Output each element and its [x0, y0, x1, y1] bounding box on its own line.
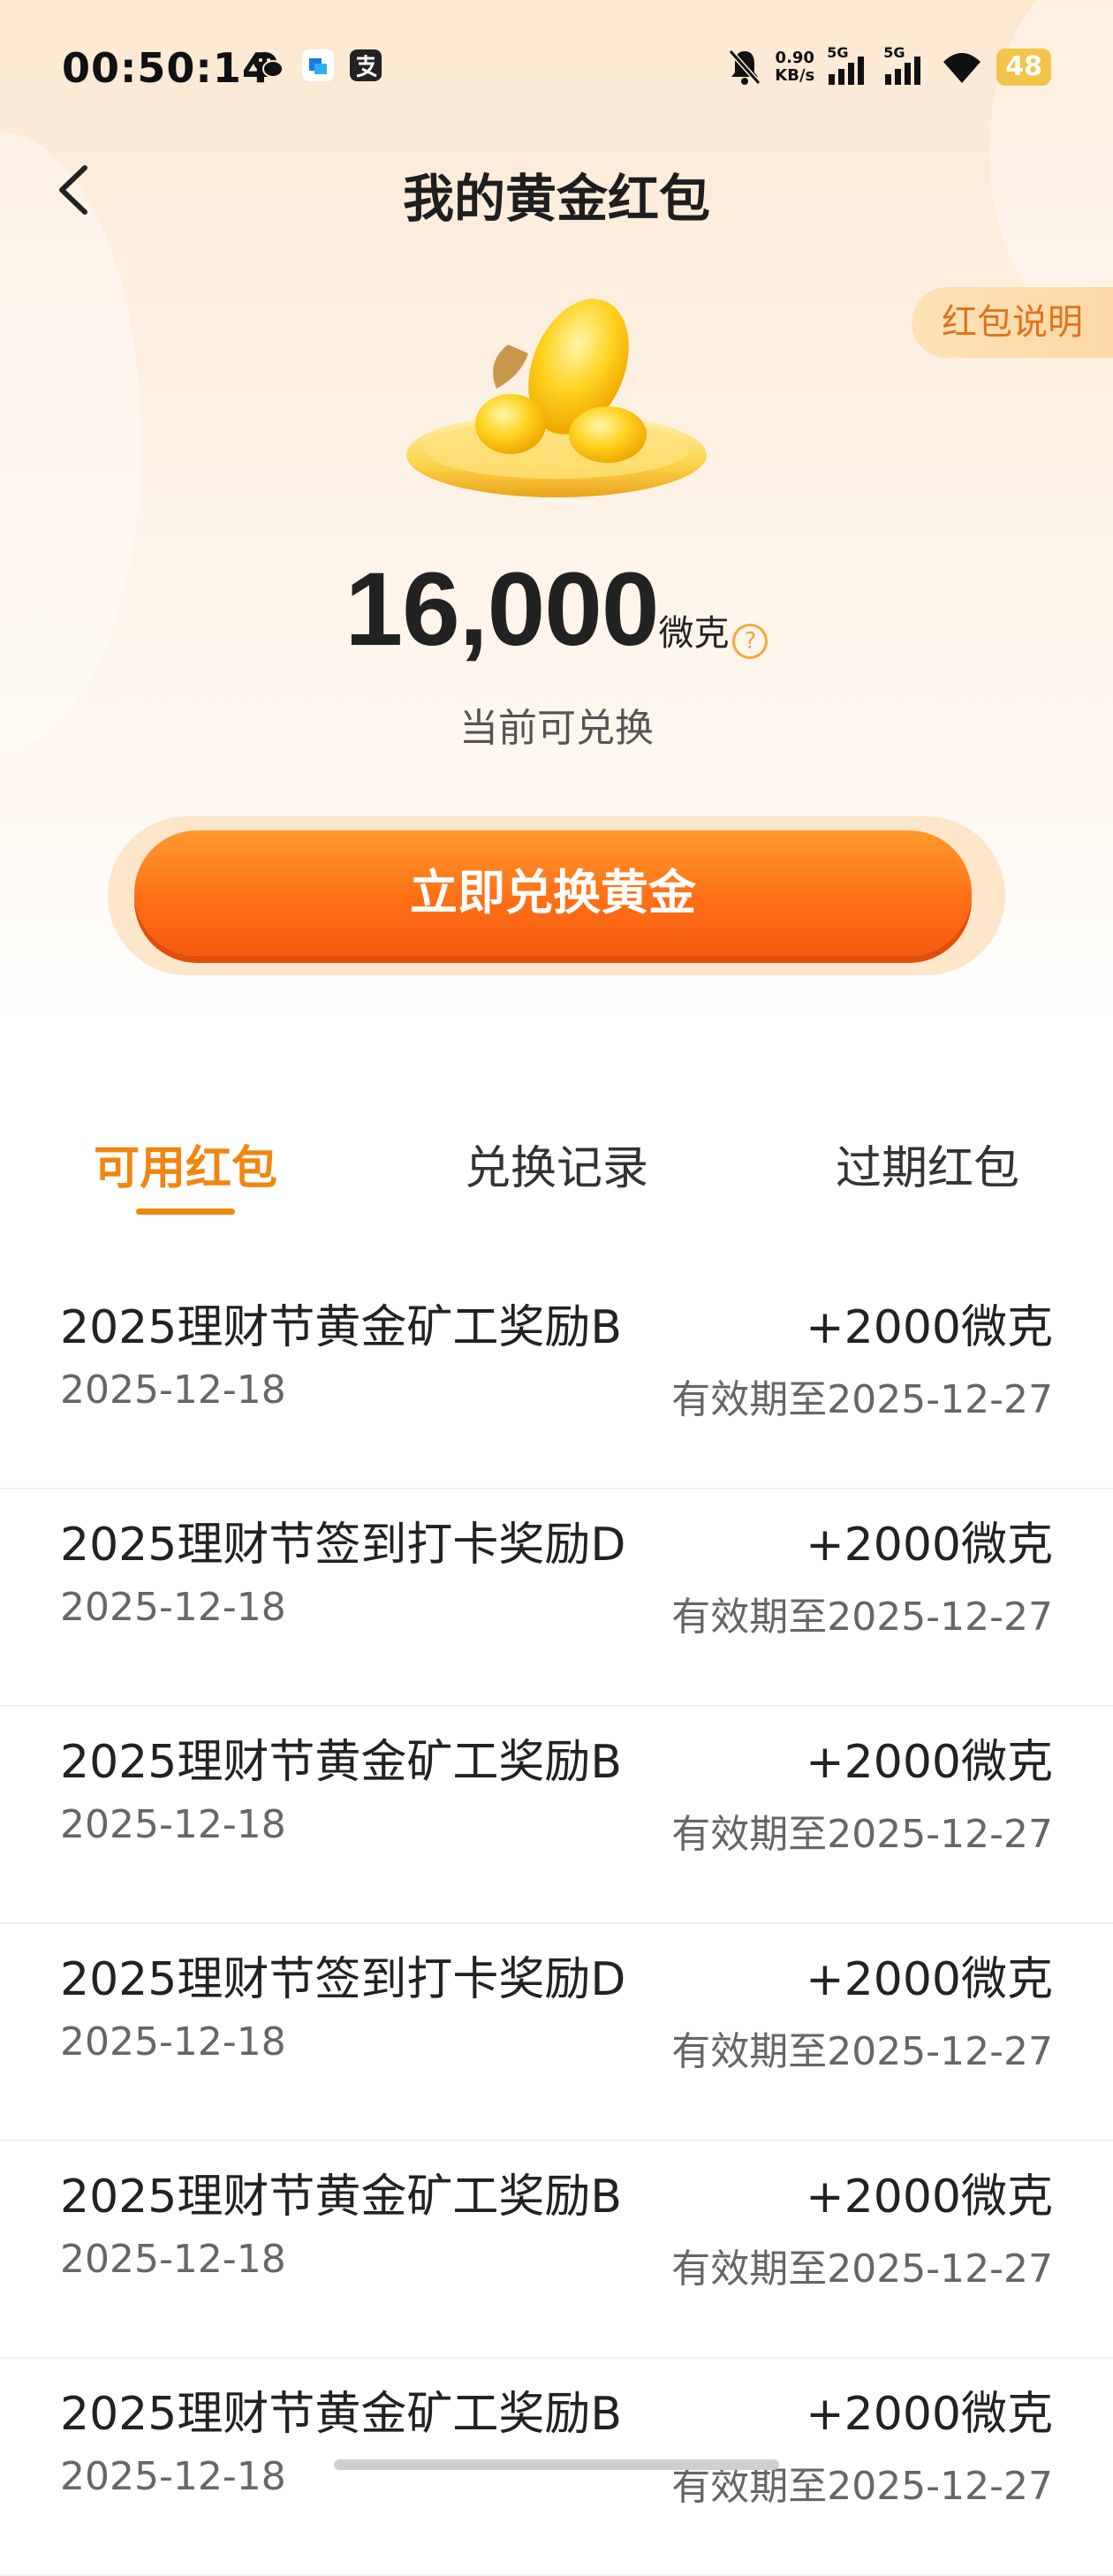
item-amount: +2000微克: [806, 1736, 1053, 1789]
list-item[interactable]: 2025理财节黄金矿工奖励B +2000微克 2025-12-18 有效期至20…: [0, 1272, 1113, 1489]
status-bar: 00:50:14 0.90 KB/s 5G 5G 48: [0, 0, 1113, 133]
item-amount: +2000微克: [806, 2388, 1053, 2441]
signal-label-2: 5G: [883, 44, 905, 61]
redeem-gold-button[interactable]: 立即兑换黄金: [134, 830, 972, 956]
wifi-icon: [943, 53, 981, 83]
wechat-icon: [254, 52, 284, 78]
item-expiry: 有效期至2025-12-27: [671, 1812, 1053, 1857]
tab-redeem-history[interactable]: 兑换记录: [424, 1131, 689, 1197]
app-notification-icon: [302, 49, 334, 81]
signal-strength-1: 5G: [827, 44, 871, 87]
list-item[interactable]: 2025理财节黄金矿工奖励B +2000微克 2025-12-18 有效期至20…: [0, 1707, 1113, 1924]
item-date: 2025-12-18: [60, 2237, 286, 2282]
active-tab-indicator: [136, 1208, 235, 1215]
item-date: 2025-12-18: [60, 2019, 286, 2065]
tab-expired[interactable]: 过期红包: [795, 1131, 1060, 1197]
signal-label-1: 5G: [827, 44, 849, 61]
list-item[interactable]: 2025理财节签到打卡奖励D +2000微克 2025-12-18 有效期至20…: [0, 1924, 1113, 2141]
page-title: 我的黄金红包: [402, 169, 710, 229]
item-amount: +2000微克: [806, 1301, 1053, 1354]
item-title: 2025理财节黄金矿工奖励B: [60, 1736, 623, 1789]
item-date: 2025-12-18: [60, 2454, 286, 2499]
item-date: 2025-12-18: [60, 1368, 286, 1413]
gold-unit: 微克: [658, 613, 730, 654]
mute-bell-icon: [729, 49, 761, 85]
gold-amount: 16,000: [344, 551, 660, 668]
item-amount: +2000微克: [806, 1953, 1053, 2006]
item-title: 2025理财节黄金矿工奖励B: [60, 2171, 623, 2224]
list-item[interactable]: 2025理财节黄金矿工奖励B +2000微克 2025-12-18 有效期至20…: [0, 2141, 1113, 2359]
list-item[interactable]: 2025理财节签到打卡奖励D +2000微克 2025-12-18 有效期至20…: [0, 1489, 1113, 1707]
item-expiry: 有效期至2025-12-27: [671, 2029, 1053, 2074]
status-right: 0.90 KB/s 5G 5G 48: [727, 42, 1051, 92]
item-expiry: 有效期至2025-12-27: [671, 2246, 1053, 2292]
help-question-icon[interactable]: ?: [732, 623, 768, 659]
balance-row: 16,000微克?: [0, 549, 1113, 670]
item-amount: +2000微克: [806, 1519, 1053, 1572]
alipay-icon: [350, 49, 382, 81]
tab-available[interactable]: 可用红包: [53, 1131, 318, 1197]
network-speed-value: 0.90: [775, 49, 814, 67]
item-title: 2025理财节黄金矿工奖励B: [60, 2388, 623, 2441]
gold-beans-illustration: [406, 299, 707, 497]
red-packet-explain-button[interactable]: 红包说明: [912, 287, 1113, 358]
red-packet-list: 2025理财节黄金矿工奖励B +2000微克 2025-12-18 有效期至20…: [0, 1272, 1113, 2576]
home-indicator[interactable]: [334, 2459, 779, 2470]
item-title: 2025理财节黄金矿工奖励B: [60, 1301, 623, 1354]
network-speed-unit: KB/s: [775, 66, 815, 85]
item-date: 2025-12-18: [60, 1802, 286, 1847]
status-time: 00:50:14: [62, 44, 271, 92]
network-speed: 0.90 KB/s: [775, 49, 814, 85]
item-date: 2025-12-18: [60, 1585, 286, 1630]
signal-strength-2: 5G: [883, 44, 928, 87]
item-amount: +2000微克: [806, 2171, 1053, 2224]
item-title: 2025理财节签到打卡奖励D: [60, 1953, 626, 2006]
item-expiry: 有效期至2025-12-27: [671, 1377, 1053, 1422]
redeemable-label: 当前可兑换: [459, 706, 654, 751]
battery-indicator: 48: [996, 49, 1051, 86]
item-expiry: 有效期至2025-12-27: [671, 1595, 1053, 1640]
item-title: 2025理财节签到打卡奖励D: [60, 1519, 626, 1572]
